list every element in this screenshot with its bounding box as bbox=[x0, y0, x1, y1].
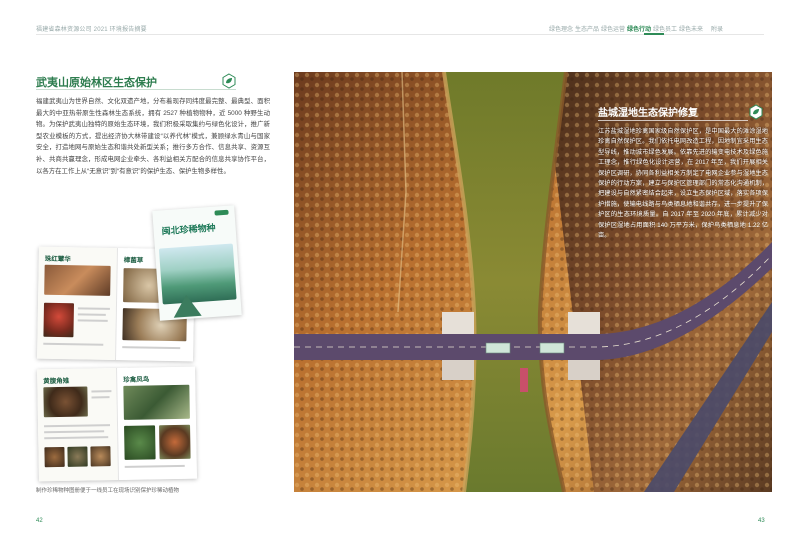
overlay-body-text: 江苏盐城湿地珍禽国家级自然保护区，是中国最大的滩涂湿地珍禽自然保护区。我们依托电… bbox=[598, 128, 768, 240]
page-number-left: 42 bbox=[36, 518, 43, 524]
brochure-cover: 闽北珍稀物种 bbox=[152, 205, 242, 321]
overlay-title-underline bbox=[598, 120, 748, 121]
bird-thumb-3 bbox=[90, 446, 111, 467]
leaf-badge-icon bbox=[221, 73, 237, 89]
nav-item-eco-products[interactable]: 生态产品 bbox=[574, 24, 600, 33]
image-caption: 制作珍稀物种图册便于一线员工在现场识别保护珍稀动植物 bbox=[36, 488, 180, 494]
section-body-text: 福建武夷山为世界自然、文化双遗产地，分布着现存同纬度最完整、最典型、面积最大的中… bbox=[36, 98, 270, 175]
nav-item-green-staff[interactable]: 绿色员工 bbox=[652, 24, 678, 33]
bird-branch-photo bbox=[123, 384, 190, 420]
nav-item-green-concept[interactable]: 绿色理念 bbox=[548, 24, 574, 33]
mushroom-photo bbox=[44, 264, 111, 296]
document-title: 福建省森林资源公司 2021 环境报告摘要 bbox=[36, 27, 147, 33]
cover-title: 闽北珍稀物种 bbox=[161, 222, 216, 237]
brochure-spread-birds: 黄腹角雉 珍禽凤鸟 bbox=[37, 366, 197, 482]
bird-thumb-1 bbox=[44, 446, 65, 468]
spread-title-birds: 珍禽凤鸟 bbox=[123, 376, 150, 384]
red-fungus-photo bbox=[43, 302, 75, 338]
small-bird-photo-1 bbox=[124, 425, 156, 460]
cover-landscape-photo bbox=[158, 243, 237, 318]
spread-title-pheasant: 黄腹角雉 bbox=[43, 377, 70, 386]
active-nav-indicator bbox=[644, 33, 664, 35]
nav-item-appendix[interactable]: 附录 bbox=[704, 24, 730, 33]
page-header: 福建省森林资源公司 2021 环境报告摘要 绿色理念 生态产品 绿色运营 绿色行… bbox=[0, 0, 800, 44]
small-bird-photo-2 bbox=[159, 424, 191, 460]
cover-logo bbox=[214, 209, 229, 216]
section-title-wuyishan: 武夷山原始林区生态保护 bbox=[36, 77, 157, 89]
leaf-badge-icon bbox=[748, 104, 764, 120]
nav-item-green-action[interactable]: 绿色行动 bbox=[626, 24, 652, 33]
section-nav: 绿色理念 生态产品 绿色运营 绿色行动 绿色员工 绿色未来 附录 bbox=[548, 24, 730, 33]
section-title-underline bbox=[36, 89, 236, 90]
spread-title-fungus: 樟菌草 bbox=[123, 257, 144, 265]
page-number-right: 43 bbox=[758, 518, 765, 524]
spread-title-plant: 珠红蕈华 bbox=[44, 255, 71, 264]
nav-item-green-operations[interactable]: 绿色运营 bbox=[600, 24, 626, 33]
section-title-yancheng: 盐城湿地生态保护修复 bbox=[598, 108, 698, 119]
bird-thumb-2 bbox=[67, 446, 88, 467]
nav-item-green-future[interactable]: 绿色未来 bbox=[678, 24, 704, 33]
pheasant-photo bbox=[43, 386, 88, 418]
